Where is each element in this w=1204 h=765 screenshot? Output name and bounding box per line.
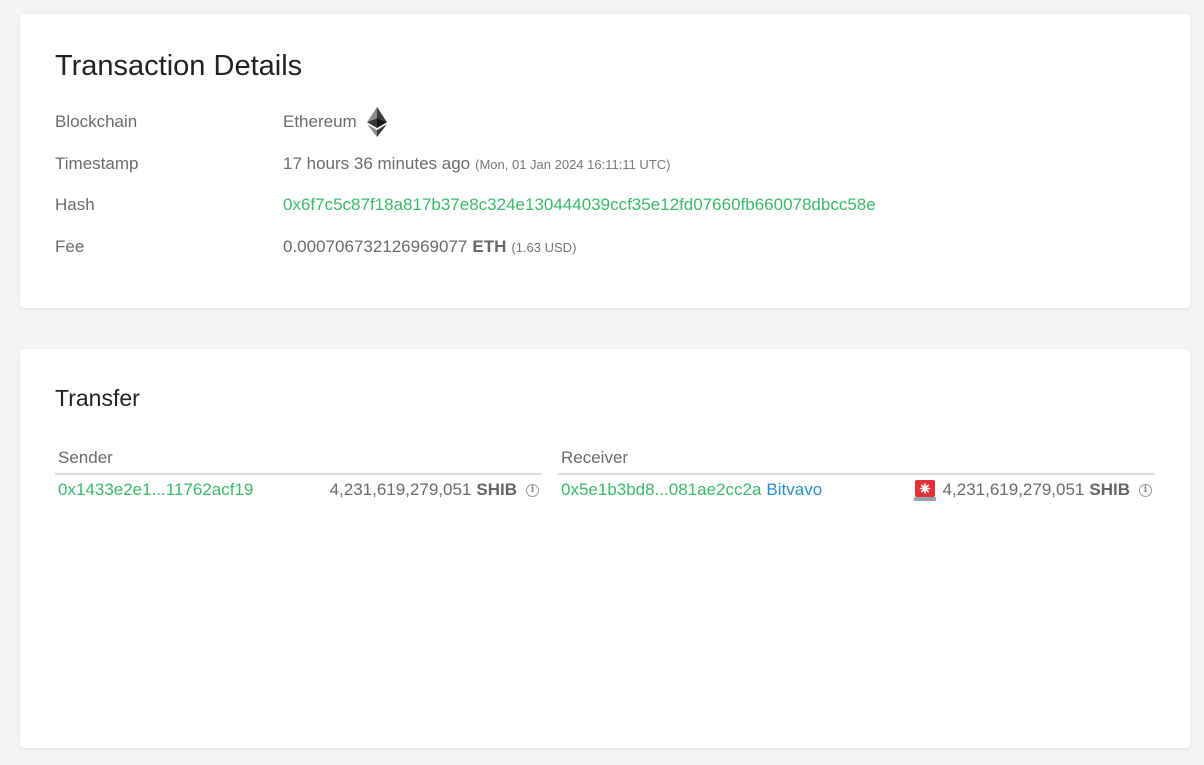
sender-amount: 4,231,619,279,051 (329, 480, 472, 499)
fee-usd: (1.63 USD) (511, 239, 577, 255)
timestamp-relative: 17 hours 36 minutes ago (283, 154, 471, 173)
timestamp-row: Timestamp 17 hours 36 minutes ago (Mon, … (55, 152, 670, 176)
fee-value: 0.000706732126969077 ETH (1.63 USD) (283, 237, 576, 257)
transfer-title: Transfer (55, 385, 140, 411)
receiver-entity-link[interactable]: Bitvavo (766, 480, 822, 500)
sender-row: 0x1433e2e1...11762acf19 4,231,619,279,05… (55, 475, 542, 505)
receiver-row: 0x5e1b3bd8...081ae2cc2a Bitvavo 4,231,61… (558, 475, 1155, 505)
receiver-column: Receiver 0x5e1b3bd8...081ae2cc2a Bitvavo… (558, 446, 1155, 501)
transaction-details-card: Transaction Details Blockchain Ethereum … (20, 14, 1190, 308)
fee-unit: ETH (472, 237, 507, 256)
sender-address-link[interactable]: 0x1433e2e1...11762acf19 (58, 480, 253, 500)
fee-row: Fee 0.000706732126969077 ETH (1.63 USD) (55, 235, 576, 259)
siren-icon (913, 480, 936, 501)
info-icon[interactable]: i (526, 483, 539, 497)
sender-token: SHIB (476, 480, 517, 499)
receiver-token: SHIB (1089, 480, 1130, 499)
hash-row: Hash 0x6f7c5c87f18a817b37e8c324e13044403… (55, 193, 876, 217)
fee-label: Fee (55, 237, 85, 256)
blockchain-row: Blockchain Ethereum (55, 107, 387, 137)
transfer-card: Transfer Sender 0x1433e2e1...11762acf19 … (20, 349, 1190, 748)
blockchain-name: Ethereum (283, 112, 357, 131)
receiver-amount: 4,231,619,279,051 (942, 480, 1085, 499)
blockchain-value: Ethereum (283, 107, 387, 137)
receiver-address-link[interactable]: 0x5e1b3bd8...081ae2cc2a (561, 480, 761, 500)
hash-link[interactable]: 0x6f7c5c87f18a817b37e8c324e130444039ccf3… (283, 195, 876, 215)
receiver-header: Receiver (558, 446, 1155, 475)
fee-amount: 0.000706732126969077 (283, 237, 468, 256)
hash-label: Hash (55, 195, 95, 214)
ethereum-icon (366, 107, 387, 137)
blockchain-label: Blockchain (55, 112, 138, 131)
page-title: Transaction Details (55, 50, 303, 82)
timestamp-label: Timestamp (55, 154, 139, 173)
sender-column: Sender 0x1433e2e1...11762acf19 4,231,619… (55, 446, 542, 499)
timestamp-absolute: (Mon, 01 Jan 2024 16:11:11 UTC) (475, 156, 671, 172)
timestamp-value: 17 hours 36 minutes ago (Mon, 01 Jan 202… (283, 154, 670, 174)
info-icon[interactable]: i (1139, 483, 1152, 497)
sender-header: Sender (55, 446, 542, 475)
